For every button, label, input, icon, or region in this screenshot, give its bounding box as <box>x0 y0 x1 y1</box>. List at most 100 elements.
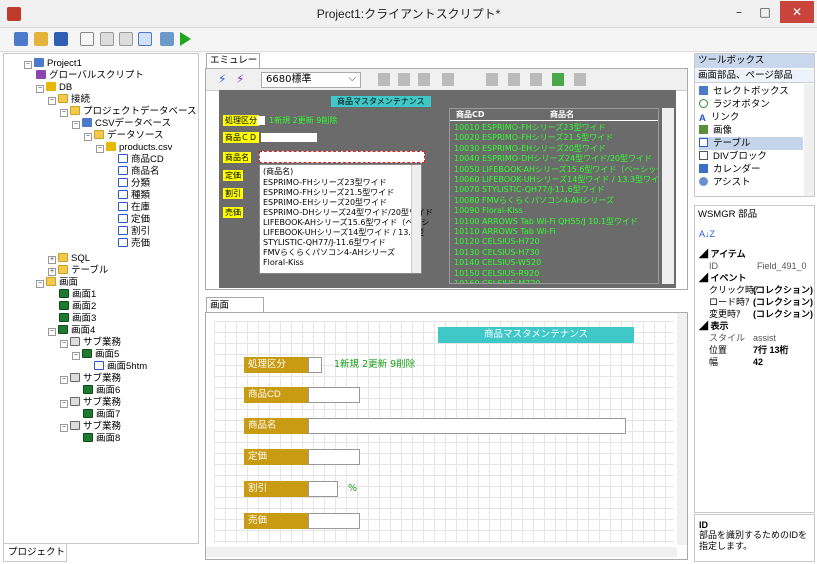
table-row[interactable]: 10130 CELSIUS-H730 <box>454 247 540 258</box>
tree-screen[interactable]: 画面2 <box>59 301 96 313</box>
tree-sub-task[interactable]: − サブ業務 <box>60 421 121 433</box>
tree-screen[interactable]: 画面3 <box>59 313 96 325</box>
tree-field[interactable]: 在庫 <box>118 202 150 214</box>
tree-screen[interactable]: 画面8 <box>83 433 120 445</box>
prop-value[interactable]: (コレクション) <box>753 296 813 308</box>
section-event[interactable]: ◢ イベント <box>699 272 747 284</box>
emu-input-shori[interactable] <box>257 116 265 125</box>
table-row[interactable]: 10010 ESPRIMO-FHシリーズ23型ワイド <box>454 122 606 133</box>
tree-sub-task[interactable]: − サブ業務 <box>60 337 121 349</box>
toolbox-item-radio[interactable]: ラジオボタン <box>699 98 799 111</box>
dropdown-item[interactable]: Floral-Kiss <box>263 257 304 268</box>
tab-emulator[interactable]: エミュレータ* <box>206 53 260 80</box>
toolbox-item-select[interactable]: セレクトボックス <box>699 85 799 98</box>
design-hscrollbar[interactable] <box>206 547 677 557</box>
maximize-button[interactable]: □ <box>752 1 778 23</box>
sort-icon[interactable]: A↓Z <box>699 228 715 240</box>
tree-field[interactable]: 売価 <box>118 238 150 250</box>
toolbox-item-image[interactable]: 画像 <box>699 124 799 137</box>
layout-icon[interactable] <box>100 32 114 46</box>
tree-screen[interactable]: − 画面5 <box>72 349 119 361</box>
design-vscrollbar[interactable] <box>677 313 687 545</box>
tree-field[interactable]: 商品CD <box>118 154 164 166</box>
tree-sql[interactable]: + SQL <box>48 253 90 265</box>
table-row[interactable]: 10070 STYLISTIC-QH77/J-11.6型ワイド <box>454 184 605 195</box>
tree-sub-task[interactable]: − サブ業務 <box>60 373 121 385</box>
emu-input-name[interactable] <box>259 151 425 163</box>
toolbox-item-table[interactable]: テーブル <box>699 137 803 150</box>
save-icon[interactable] <box>54 32 68 46</box>
table-row[interactable]: 10160 CELSIUS-M720 <box>454 278 541 283</box>
tree-table[interactable]: + テーブル <box>48 265 108 277</box>
table-row[interactable]: 10090 Floral-Kiss <box>454 205 523 216</box>
table-row[interactable]: 10060 LIFEBOOK-UHシリーズ14型ワイド / 13.3型ワイド <box>454 174 658 185</box>
emu-table-scrollbar[interactable] <box>662 108 674 284</box>
table-row[interactable]: 10150 CELSIUS-R920 <box>454 268 539 279</box>
tab-screen5htm[interactable]: 画面5htm✕ <box>206 297 264 327</box>
tree-field[interactable]: 分類 <box>118 178 150 190</box>
toolbox-item-calendar[interactable]: カレンダー <box>699 163 799 176</box>
table-row[interactable]: 10030 ESPRIMO-EHシリーズ20型ワイド <box>454 143 606 154</box>
table-row[interactable]: 10140 CELSIUS-W520 <box>454 257 541 268</box>
emu-input-cd[interactable] <box>261 133 317 142</box>
section-item[interactable]: ◢ アイテム <box>699 248 746 260</box>
tab-project[interactable]: プロジェクト <box>3 544 67 562</box>
toolbox-category[interactable]: 画面部品、ページ部品 <box>695 69 814 83</box>
tree-products-csv[interactable]: − products.csv <box>96 142 172 154</box>
tree-field[interactable]: 定価 <box>118 214 150 226</box>
tools-icon[interactable] <box>160 32 174 46</box>
table-row[interactable]: 10100 ARROWS Tab Wi-Fi QH55/J 10.1型ワイド <box>454 216 638 227</box>
design-input-cd[interactable] <box>308 387 360 403</box>
tree-db[interactable]: − DB <box>36 82 72 94</box>
tree-project[interactable]: − Project1 <box>24 58 82 70</box>
design-input-teika[interactable] <box>308 449 360 465</box>
table-row[interactable]: 10050 LIFEBOOK-AHシリーズ15.6型ワイド（ベーシック） <box>454 164 658 175</box>
table-row[interactable]: 10020 ESPRIMO-FHシリーズ21.5型ワイド <box>454 132 613 143</box>
tree-csv-db[interactable]: − CSVデータベース <box>72 118 171 130</box>
tree-field[interactable]: 割引 <box>118 226 150 238</box>
new-window-icon[interactable] <box>14 32 28 46</box>
tree-connection[interactable]: − 接続 <box>48 94 90 106</box>
prop-value[interactable]: 7行 13桁 <box>753 344 789 356</box>
toolbox-item-link[interactable]: A リンク <box>699 111 799 124</box>
new-page-icon[interactable] <box>80 32 94 46</box>
open-folder-icon[interactable] <box>34 32 48 46</box>
minimize-button[interactable]: – <box>726 1 752 23</box>
prop-value[interactable]: (コレクション) <box>753 284 813 296</box>
table-row[interactable]: 10110 ARROWS Tab Wi-Fi <box>454 226 556 237</box>
toolbox-item-div[interactable]: DIVブロック <box>699 150 799 163</box>
prop-id-value[interactable]: Field_491_0 <box>757 260 807 272</box>
prop-value[interactable]: 42 <box>753 356 763 368</box>
table-row[interactable]: 10040 ESPRIMO-DHシリーズ24型ワイド/20型ワイド <box>454 153 652 164</box>
design-input-waribiki[interactable] <box>308 481 338 497</box>
close-button[interactable]: ✕ <box>780 1 814 23</box>
tree-project-db[interactable]: − プロジェクトデータベース <box>60 106 197 118</box>
prop-value[interactable]: (コレクション) <box>753 308 813 320</box>
tree-screen[interactable]: 画面6 <box>83 385 120 397</box>
tree-screen[interactable]: − 画面4 <box>48 325 95 337</box>
tree-screen[interactable]: 画面7 <box>83 409 120 421</box>
connect-icon[interactable]: ⚡ <box>218 72 226 86</box>
run-icon[interactable] <box>180 32 191 46</box>
tree-field[interactable]: 種類 <box>118 190 150 202</box>
mode-select[interactable]: 6680標準 <box>261 72 361 88</box>
tree-screen-htm[interactable]: 画面5htm <box>94 361 147 373</box>
design-input-name[interactable] <box>308 418 626 434</box>
dropdown-scrollbar[interactable] <box>411 165 421 273</box>
emulator-actions-icon[interactable] <box>486 73 606 86</box>
design-input-baika[interactable] <box>308 513 360 529</box>
tree-datasource[interactable]: − データソース <box>84 130 164 142</box>
section-display[interactable]: ◢ 表示 <box>699 320 729 332</box>
tree-screens[interactable]: − 画面 <box>36 277 78 289</box>
table-row[interactable]: 10120 CELSIUS-H720 <box>454 236 540 247</box>
toolbox-scrollbar[interactable] <box>804 84 814 196</box>
tree-global-script[interactable]: グローバルスクリプト <box>36 70 144 82</box>
tree-field[interactable]: 商品名 <box>118 166 160 178</box>
design-input-shori[interactable] <box>308 357 322 373</box>
prop-value[interactable]: assist <box>753 332 776 344</box>
table-row[interactable]: 10080 FMVらくらくパソコン4-AHシリーズ <box>454 195 614 206</box>
tree-sub-task[interactable]: − サブ業務 <box>60 397 121 409</box>
disconnect-icon[interactable]: ⚡ <box>236 72 244 86</box>
toolbox-item-assist[interactable]: アシスト <box>699 176 799 189</box>
grid-icon[interactable] <box>138 32 152 46</box>
